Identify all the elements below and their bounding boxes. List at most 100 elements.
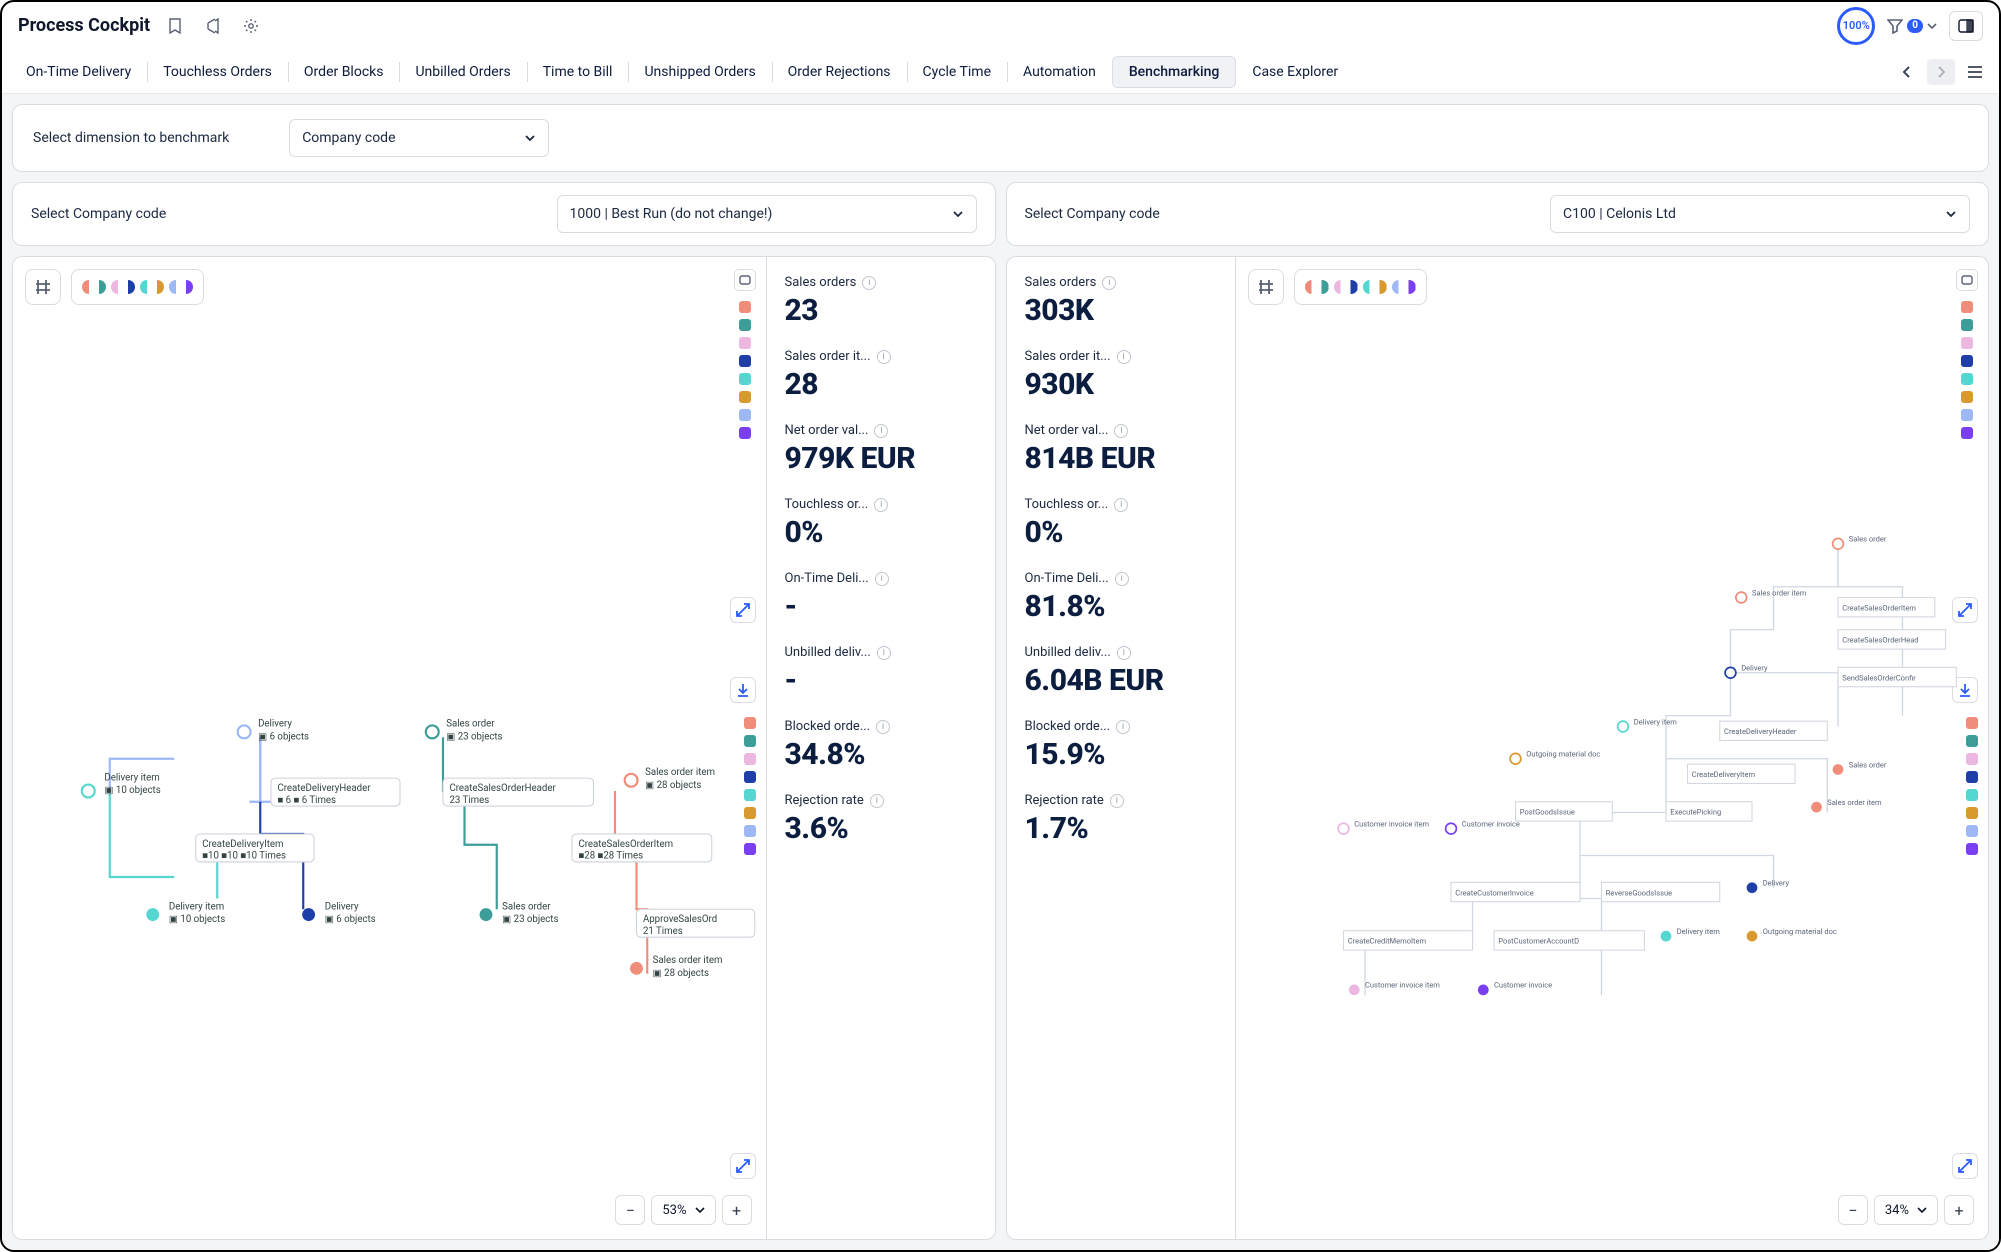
metric-label: Sales order it... xyxy=(785,349,871,364)
zoom-in-button[interactable]: + xyxy=(722,1195,752,1225)
right-process-graph[interactable]: Sales order Sales order item CreateSales… xyxy=(1236,256,1990,1240)
coverage-badge[interactable]: 100% xyxy=(1837,7,1875,45)
svg-text:▣ 10 objects: ▣ 10 objects xyxy=(169,914,225,925)
svg-text:Outgoing material doc: Outgoing material doc xyxy=(1526,750,1600,759)
tab-automation[interactable]: Automation xyxy=(1007,56,1112,88)
info-icon[interactable]: i xyxy=(1102,276,1116,290)
benchmark-dimension-label: Select dimension to benchmark xyxy=(33,130,229,146)
info-icon[interactable]: i xyxy=(875,572,889,586)
info-icon[interactable]: i xyxy=(1115,572,1129,586)
svg-text:▣ 23 objects: ▣ 23 objects xyxy=(502,914,558,925)
metric-value: 81.8% xyxy=(1025,590,1217,623)
svg-text:ApproveSalesOrd: ApproveSalesOrd xyxy=(643,914,717,925)
tab-unshipped-orders[interactable]: Unshipped Orders xyxy=(628,56,771,88)
share-icon[interactable] xyxy=(200,13,226,39)
graph-view-toggle[interactable] xyxy=(734,269,756,291)
expand-icon[interactable] xyxy=(730,597,756,623)
tab-unbilled-orders[interactable]: Unbilled Orders xyxy=(399,56,526,88)
color-legend[interactable] xyxy=(1294,269,1427,305)
svg-text:Delivery: Delivery xyxy=(258,719,292,730)
benchmark-dimension-select[interactable]: Company code xyxy=(289,119,549,157)
info-icon[interactable]: i xyxy=(1114,424,1128,438)
tab-on-time-delivery[interactable]: On-Time Delivery xyxy=(10,56,147,88)
metric-label: Blocked orde... xyxy=(1025,719,1111,734)
metric-label: On-Time Deli... xyxy=(785,571,869,586)
expand-icon[interactable] xyxy=(1952,1153,1978,1179)
metric-value: 0% xyxy=(785,516,977,549)
info-icon[interactable]: i xyxy=(862,276,876,290)
hash-button[interactable] xyxy=(1248,269,1284,305)
tab-order-rejections[interactable]: Order Rejections xyxy=(772,56,907,88)
tabs-scroll-right-icon xyxy=(1927,59,1955,85)
left-company-select[interactable]: 1000 | Best Run (do not change!) xyxy=(557,195,977,233)
info-icon[interactable]: i xyxy=(1116,720,1130,734)
metric: Net order val...i979K EUR xyxy=(785,423,977,475)
info-icon[interactable]: i xyxy=(1110,794,1124,808)
svg-text:Delivery: Delivery xyxy=(1741,664,1768,673)
metric: Touchless or...i0% xyxy=(785,497,977,549)
tab-benchmarking[interactable]: Benchmarking xyxy=(1112,56,1237,88)
svg-text:■28 ■28 Times: ■28 ■28 Times xyxy=(578,851,643,862)
svg-text:Customer invoice: Customer invoice xyxy=(1494,981,1552,990)
svg-text:▣ 6 objects: ▣ 6 objects xyxy=(258,731,309,742)
tabs-scroll-left-icon[interactable] xyxy=(1893,59,1921,85)
info-icon[interactable]: i xyxy=(876,720,890,734)
zoom-in-button[interactable]: + xyxy=(1944,1195,1974,1225)
tabs-menu-icon[interactable] xyxy=(1961,59,1989,85)
tab-touchless-orders[interactable]: Touchless Orders xyxy=(147,56,288,88)
bookmark-icon[interactable] xyxy=(162,13,188,39)
metric-value: 3.6% xyxy=(785,812,977,845)
svg-text:PostGoodsIssue: PostGoodsIssue xyxy=(1519,808,1574,817)
right-company-select[interactable]: C100 | Celonis Ltd xyxy=(1550,195,1970,233)
tab-order-blocks[interactable]: Order Blocks xyxy=(288,56,400,88)
collapse-down-icon[interactable] xyxy=(1952,677,1978,703)
info-icon[interactable]: i xyxy=(870,794,884,808)
metric-value: 930K xyxy=(1025,368,1217,401)
page-title: Process Cockpit xyxy=(18,15,150,36)
svg-text:▣ 10 objects: ▣ 10 objects xyxy=(104,785,160,796)
svg-text:Delivery: Delivery xyxy=(1762,879,1789,888)
color-legend[interactable] xyxy=(71,269,204,305)
metric-label: Rejection rate xyxy=(1025,793,1104,808)
metric-label: Blocked orde... xyxy=(785,719,871,734)
svg-text:CreateCreditMemoItem: CreateCreditMemoItem xyxy=(1347,937,1426,946)
filter-button[interactable]: 0 xyxy=(1887,18,1937,34)
info-icon[interactable]: i xyxy=(1114,498,1128,512)
tab-cycle-time[interactable]: Cycle Time xyxy=(907,56,1007,88)
left-process-graph[interactable]: Delivery item▣ 10 objects Delivery▣ 6 ob… xyxy=(12,256,766,1240)
left-company-selector-card: Select Company code 1000 | Best Run (do … xyxy=(12,182,996,246)
metric-label: On-Time Deli... xyxy=(1025,571,1109,586)
expand-icon[interactable] xyxy=(730,1153,756,1179)
info-icon[interactable]: i xyxy=(1117,350,1131,364)
hash-button[interactable] xyxy=(25,269,61,305)
info-icon[interactable]: i xyxy=(877,350,891,364)
info-icon[interactable]: i xyxy=(874,424,888,438)
info-icon[interactable]: i xyxy=(877,646,891,660)
expand-icon[interactable] xyxy=(1952,597,1978,623)
svg-text:Delivery item: Delivery item xyxy=(1633,717,1676,726)
right-company-label: Select Company code xyxy=(1025,206,1160,222)
info-icon[interactable]: i xyxy=(874,498,888,512)
metric-value: 1.7% xyxy=(1025,812,1217,845)
zoom-out-button[interactable]: − xyxy=(615,1195,645,1225)
info-icon[interactable]: i xyxy=(1117,646,1131,660)
svg-text:Customer invoice item: Customer invoice item xyxy=(1365,981,1440,990)
svg-text:ExecutePicking: ExecutePicking xyxy=(1670,808,1721,817)
chevron-down-icon xyxy=(952,208,964,220)
metric: On-Time Deli... i 81.8% xyxy=(1025,571,1217,623)
left-company-value: 1000 | Best Run (do not change!) xyxy=(570,206,773,222)
metric: Sales ordersi303K xyxy=(1025,275,1217,327)
panel-toggle-icon[interactable] xyxy=(1949,11,1983,41)
gear-icon[interactable] xyxy=(238,13,264,39)
metric-value: 0% xyxy=(1025,516,1217,549)
tab-case-explorer[interactable]: Case Explorer xyxy=(1236,56,1354,88)
metric-value: 814B EUR xyxy=(1025,442,1217,475)
graph-view-toggle[interactable] xyxy=(1956,269,1978,291)
zoom-select[interactable]: 53% xyxy=(651,1195,715,1225)
tab-time-to-bill[interactable]: Time to Bill xyxy=(527,56,629,88)
zoom-value: 53% xyxy=(662,1203,686,1218)
zoom-out-button[interactable]: − xyxy=(1838,1195,1868,1225)
collapse-down-icon[interactable] xyxy=(730,677,756,703)
zoom-select[interactable]: 34% xyxy=(1874,1195,1938,1225)
svg-text:Sales order item: Sales order item xyxy=(1827,798,1882,807)
